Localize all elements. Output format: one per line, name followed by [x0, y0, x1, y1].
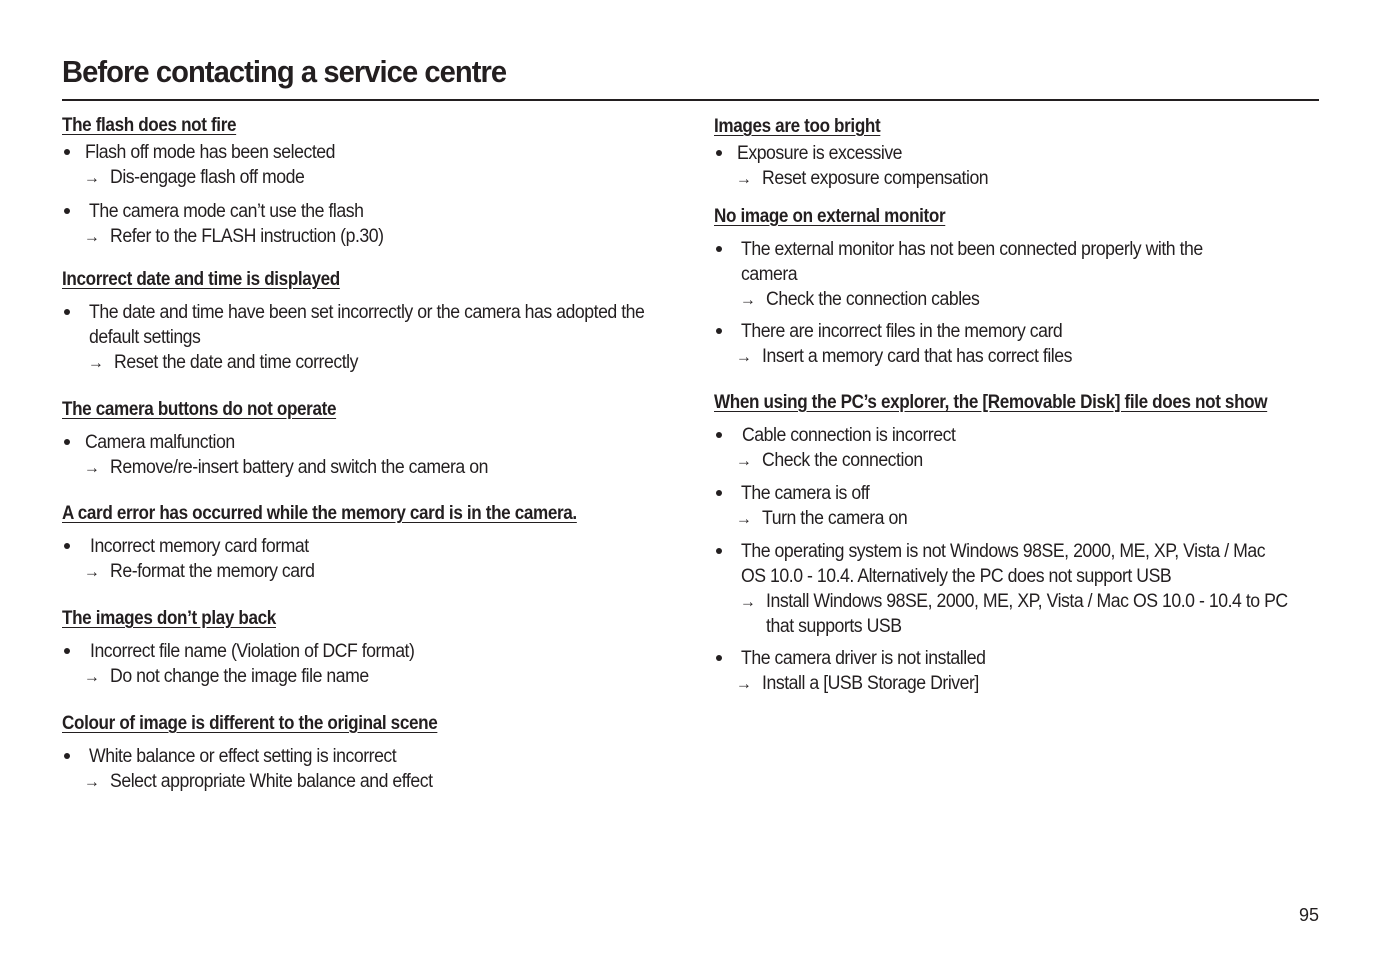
cause-text: The camera is off — [741, 483, 870, 504]
list-item: Camera malfunction → Remove/re-insert bat… — [62, 430, 662, 480]
section-colour-different: Colour of image is different to the orig… — [62, 713, 662, 794]
remedy-text: → Insert a memory card that has correct f… — [736, 346, 1073, 367]
cause-text: White balance or effect setting is incor… — [89, 746, 397, 767]
remedy-text: → Refer to the FLASH instruction (p.30) — [84, 226, 384, 247]
remedy-text: → Check the connection cables — [740, 289, 980, 310]
arrow-right-icon: → — [84, 562, 100, 581]
arrow-right-icon: → — [736, 169, 752, 188]
arrow-right-icon: → — [84, 227, 100, 246]
list-item: Incorrect memory card format → Re-format … — [62, 534, 662, 584]
remedy-text: → Check the connection — [736, 450, 923, 471]
cause-text: The operating system is not Windows 98SE… — [741, 541, 1266, 587]
section-heading: A card error has occurred while the memo… — [62, 503, 577, 524]
list-item: White balance or effect setting is incor… — [62, 744, 662, 794]
bullet-icon — [64, 648, 70, 654]
section-flash-not-fire: The flash does not fire Flash off mode h… — [62, 115, 662, 249]
bullet-icon — [716, 150, 722, 156]
arrow-right-icon: → — [84, 168, 100, 187]
list-item: Exposure is excessive → Reset exposure co… — [714, 141, 1324, 191]
cause-text: The external monitor has not been connec… — [741, 239, 1203, 285]
section-heading: Images are too bright — [714, 116, 881, 137]
section-heading: The flash does not fire — [62, 115, 237, 136]
section-heading: Colour of image is different to the orig… — [62, 713, 438, 734]
list-item: Incorrect file name (Violation of DCF fo… — [62, 639, 662, 689]
bullet-icon — [64, 753, 70, 759]
list-item: The date and time have been set incorrec… — [62, 300, 662, 375]
section-buttons-not-operate: The camera buttons do not operate Camera… — [62, 399, 662, 480]
cause-text: Incorrect file name (Violation of DCF fo… — [90, 641, 415, 662]
section-no-external-monitor: No image on external monitor The externa… — [714, 206, 1324, 369]
bullet-icon — [716, 432, 722, 438]
list-item: Flash off mode has been selected → Dis-en… — [62, 140, 662, 190]
page-number: 95 — [1299, 905, 1320, 925]
bullet-icon — [716, 490, 722, 496]
list-item: The camera driver is not installed → Inst… — [714, 646, 1324, 696]
section-heading: Incorrect date and time is displayed — [62, 269, 340, 290]
bullet-icon — [64, 149, 70, 155]
section-card-error: A card error has occurred while the memo… — [62, 503, 662, 584]
cause-text: There are incorrect files in the memory … — [741, 321, 1063, 342]
section-heading: When using the PC’s explorer, the [Remov… — [714, 392, 1268, 413]
cause-text: Camera malfunction — [85, 432, 235, 453]
cause-text: Flash off mode has been selected — [85, 142, 336, 163]
title-rule — [62, 99, 1319, 101]
arrow-right-icon: → — [740, 290, 756, 309]
cause-text: The date and time have been set incorrec… — [89, 302, 645, 348]
remedy-text: → Re-format the memory card — [84, 561, 315, 582]
arrow-right-icon: → — [84, 772, 100, 791]
remedy-text: → Select appropriate White balance and ef… — [84, 771, 433, 792]
cause-text: The camera driver is not installed — [741, 648, 986, 669]
remedy-text: → Reset the date and time correctly — [88, 352, 358, 373]
bullet-icon — [64, 208, 70, 214]
arrow-right-icon: → — [84, 458, 100, 477]
section-images-no-playback: The images don’t play back Incorrect fil… — [62, 608, 662, 689]
list-item: The external monitor has not been connec… — [714, 237, 1324, 312]
arrow-right-icon: → — [740, 592, 756, 611]
remedy-text: → Install a [USB Storage Driver] — [736, 673, 979, 694]
remedy-text: → Install Windows 98SE, 2000, ME, XP, Vis… — [740, 591, 1288, 637]
list-item: Cable connection is incorrect → Check the… — [714, 423, 1324, 473]
page-title: Before contacting a service centre — [62, 54, 507, 89]
list-item: The camera is off → Turn the camera on — [714, 481, 1324, 531]
cause-text: Cable connection is incorrect — [742, 425, 956, 446]
section-heading: The images don’t play back — [62, 608, 276, 629]
cause-text: Exposure is excessive — [737, 143, 903, 164]
arrow-right-icon: → — [88, 353, 104, 372]
section-removable-disk: When using the PC’s explorer, the [Remov… — [714, 392, 1324, 696]
cause-text: The camera mode can’t use the flash — [89, 201, 364, 222]
arrow-right-icon: → — [84, 667, 100, 686]
remedy-text: → Dis-engage flash off mode — [84, 167, 305, 188]
bullet-icon — [716, 246, 722, 252]
bullet-icon — [716, 655, 722, 661]
arrow-right-icon: → — [736, 347, 752, 366]
bullet-icon — [716, 548, 722, 554]
bullet-icon — [64, 543, 70, 549]
arrow-right-icon: → — [736, 509, 752, 528]
bullet-icon — [64, 439, 70, 445]
remedy-text: → Reset exposure compensation — [736, 168, 989, 189]
bullet-icon — [64, 309, 70, 315]
remedy-text: → Turn the camera on — [736, 508, 908, 529]
arrow-right-icon: → — [736, 674, 752, 693]
remedy-text: → Remove/re-insert battery and switch the… — [84, 457, 488, 478]
cause-text: Incorrect memory card format — [90, 536, 309, 557]
arrow-right-icon: → — [736, 451, 752, 470]
remedy-text: → Do not change the image file name — [84, 666, 369, 687]
list-item: The operating system is not Windows 98SE… — [714, 539, 1324, 639]
section-too-bright: Images are too bright Exposure is excess… — [714, 116, 1324, 191]
list-item: The camera mode can’t use the flash → Ref… — [62, 199, 662, 249]
section-incorrect-date: Incorrect date and time is displayed The… — [62, 269, 662, 375]
section-heading: The camera buttons do not operate — [62, 399, 337, 420]
section-heading: No image on external monitor — [714, 206, 946, 227]
list-item: There are incorrect files in the memory … — [714, 319, 1324, 369]
bullet-icon — [716, 328, 722, 334]
